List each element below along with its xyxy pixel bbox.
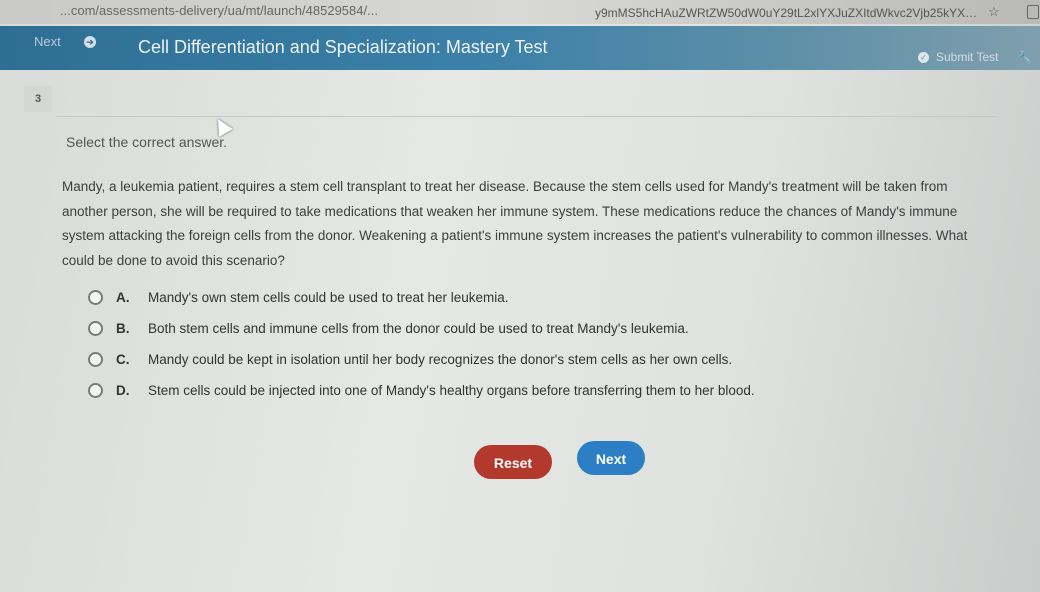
next-arrow-icon[interactable]: ➜ <box>84 36 96 48</box>
question-number: 3 <box>24 86 52 112</box>
submit-test-button[interactable]: ✓ Submit Test <box>918 50 998 64</box>
option-text: Mandy's own stem cells could be used to … <box>148 290 509 305</box>
answer-option-b[interactable]: B. Both stem cells and immune cells from… <box>88 313 755 344</box>
question-passage: Mandy, a leukemia patient, requires a st… <box>62 179 968 268</box>
option-letter: C. <box>116 352 130 367</box>
radio-button[interactable] <box>88 321 103 336</box>
radio-button[interactable] <box>88 352 103 367</box>
divider <box>56 116 996 117</box>
option-letter: A. <box>116 290 130 305</box>
radio-button[interactable] <box>88 290 103 305</box>
option-text: Both stem cells and immune cells from th… <box>148 321 689 336</box>
option-letter: B. <box>116 321 130 336</box>
tab-icon[interactable] <box>1027 5 1039 19</box>
check-circle-icon: ✓ <box>918 52 929 63</box>
answer-option-d[interactable]: D. Stem cells could be injected into one… <box>88 375 755 406</box>
header-next-link[interactable]: Next <box>34 34 61 49</box>
radio-button[interactable] <box>88 383 103 398</box>
answer-option-c[interactable]: C. Mandy could be kept in isolation unti… <box>88 344 755 375</box>
option-text: Mandy could be kept in isolation until h… <box>148 352 733 367</box>
reset-button[interactable]: Reset <box>474 445 552 479</box>
url-text-left: ...com/assessments-delivery/ua/mt/launch… <box>60 3 378 18</box>
option-text: Stem cells could be injected into one of… <box>148 383 755 398</box>
test-header-bar: Next ➜ Cell Differentiation and Speciali… <box>0 26 1040 70</box>
next-button[interactable]: Next <box>577 441 645 475</box>
option-letter: D. <box>116 383 130 398</box>
url-text-right: y9mMS5hcHAuZWRtZW50dW0uY29tL2xlYXJuZXItd… <box>595 6 980 20</box>
answer-option-a[interactable]: A. Mandy's own stem cells could be used … <box>88 282 755 313</box>
answer-options: A. Mandy's own stem cells could be used … <box>88 282 755 406</box>
bookmark-star-icon[interactable]: ☆ <box>988 1 1000 23</box>
test-title: Cell Differentiation and Specialization:… <box>138 37 548 57</box>
browser-address-bar[interactable]: ...com/assessments-delivery/ua/mt/launch… <box>0 0 1040 24</box>
question-prompt: Select the correct answer. <box>66 134 228 150</box>
submit-test-label: Submit Test <box>936 50 999 64</box>
tools-wrench-icon[interactable]: 🔧 <box>1017 50 1032 64</box>
